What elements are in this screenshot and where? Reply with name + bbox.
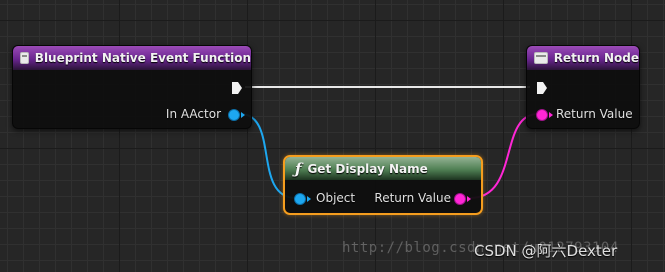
get-display-name-node[interactable]: ƒ Get Display Name Object Return Value — [283, 155, 483, 215]
function-icon — [534, 52, 548, 64]
in-aactor-arrow-icon — [241, 112, 245, 118]
return-value-out-pin[interactable] — [454, 193, 466, 205]
event-node[interactable]: Blueprint Native Event Function In AActo… — [12, 45, 252, 129]
return-value-in-pin[interactable] — [536, 109, 548, 121]
return-node[interactable]: Return Node Return Value — [526, 45, 640, 129]
wire-layer — [239, 86, 539, 199]
object-in-label: Object — [316, 191, 356, 205]
object-in-pin[interactable] — [294, 193, 306, 205]
return-value-in-label: Return Value — [556, 107, 633, 121]
return-value-out-arrow-icon — [467, 196, 471, 202]
return-node-title: Return Node — [553, 51, 639, 65]
get-display-name-header[interactable]: ƒ Get Display Name — [285, 157, 481, 180]
return-value-out-label: Return Value — [374, 191, 451, 205]
get-display-name-title: Get Display Name — [307, 161, 428, 176]
event-node-title: Blueprint Native Event Function — [34, 51, 251, 65]
exec-out-pin-icon[interactable] — [231, 81, 243, 95]
function-f-icon: ƒ — [295, 159, 302, 178]
event-icon — [20, 52, 29, 64]
in-aactor-pin[interactable] — [228, 109, 240, 121]
object-in-arrow-icon — [307, 196, 311, 202]
exec-in-pin-icon[interactable] — [536, 81, 548, 95]
return-value-in-arrow-icon — [549, 112, 553, 118]
in-aactor-label: In AActor — [165, 107, 221, 121]
return-node-header[interactable]: Return Node — [527, 46, 639, 70]
event-node-header[interactable]: Blueprint Native Event Function — [13, 46, 251, 70]
watermark-brand: CSDN @阿六Dexter — [474, 242, 618, 260]
